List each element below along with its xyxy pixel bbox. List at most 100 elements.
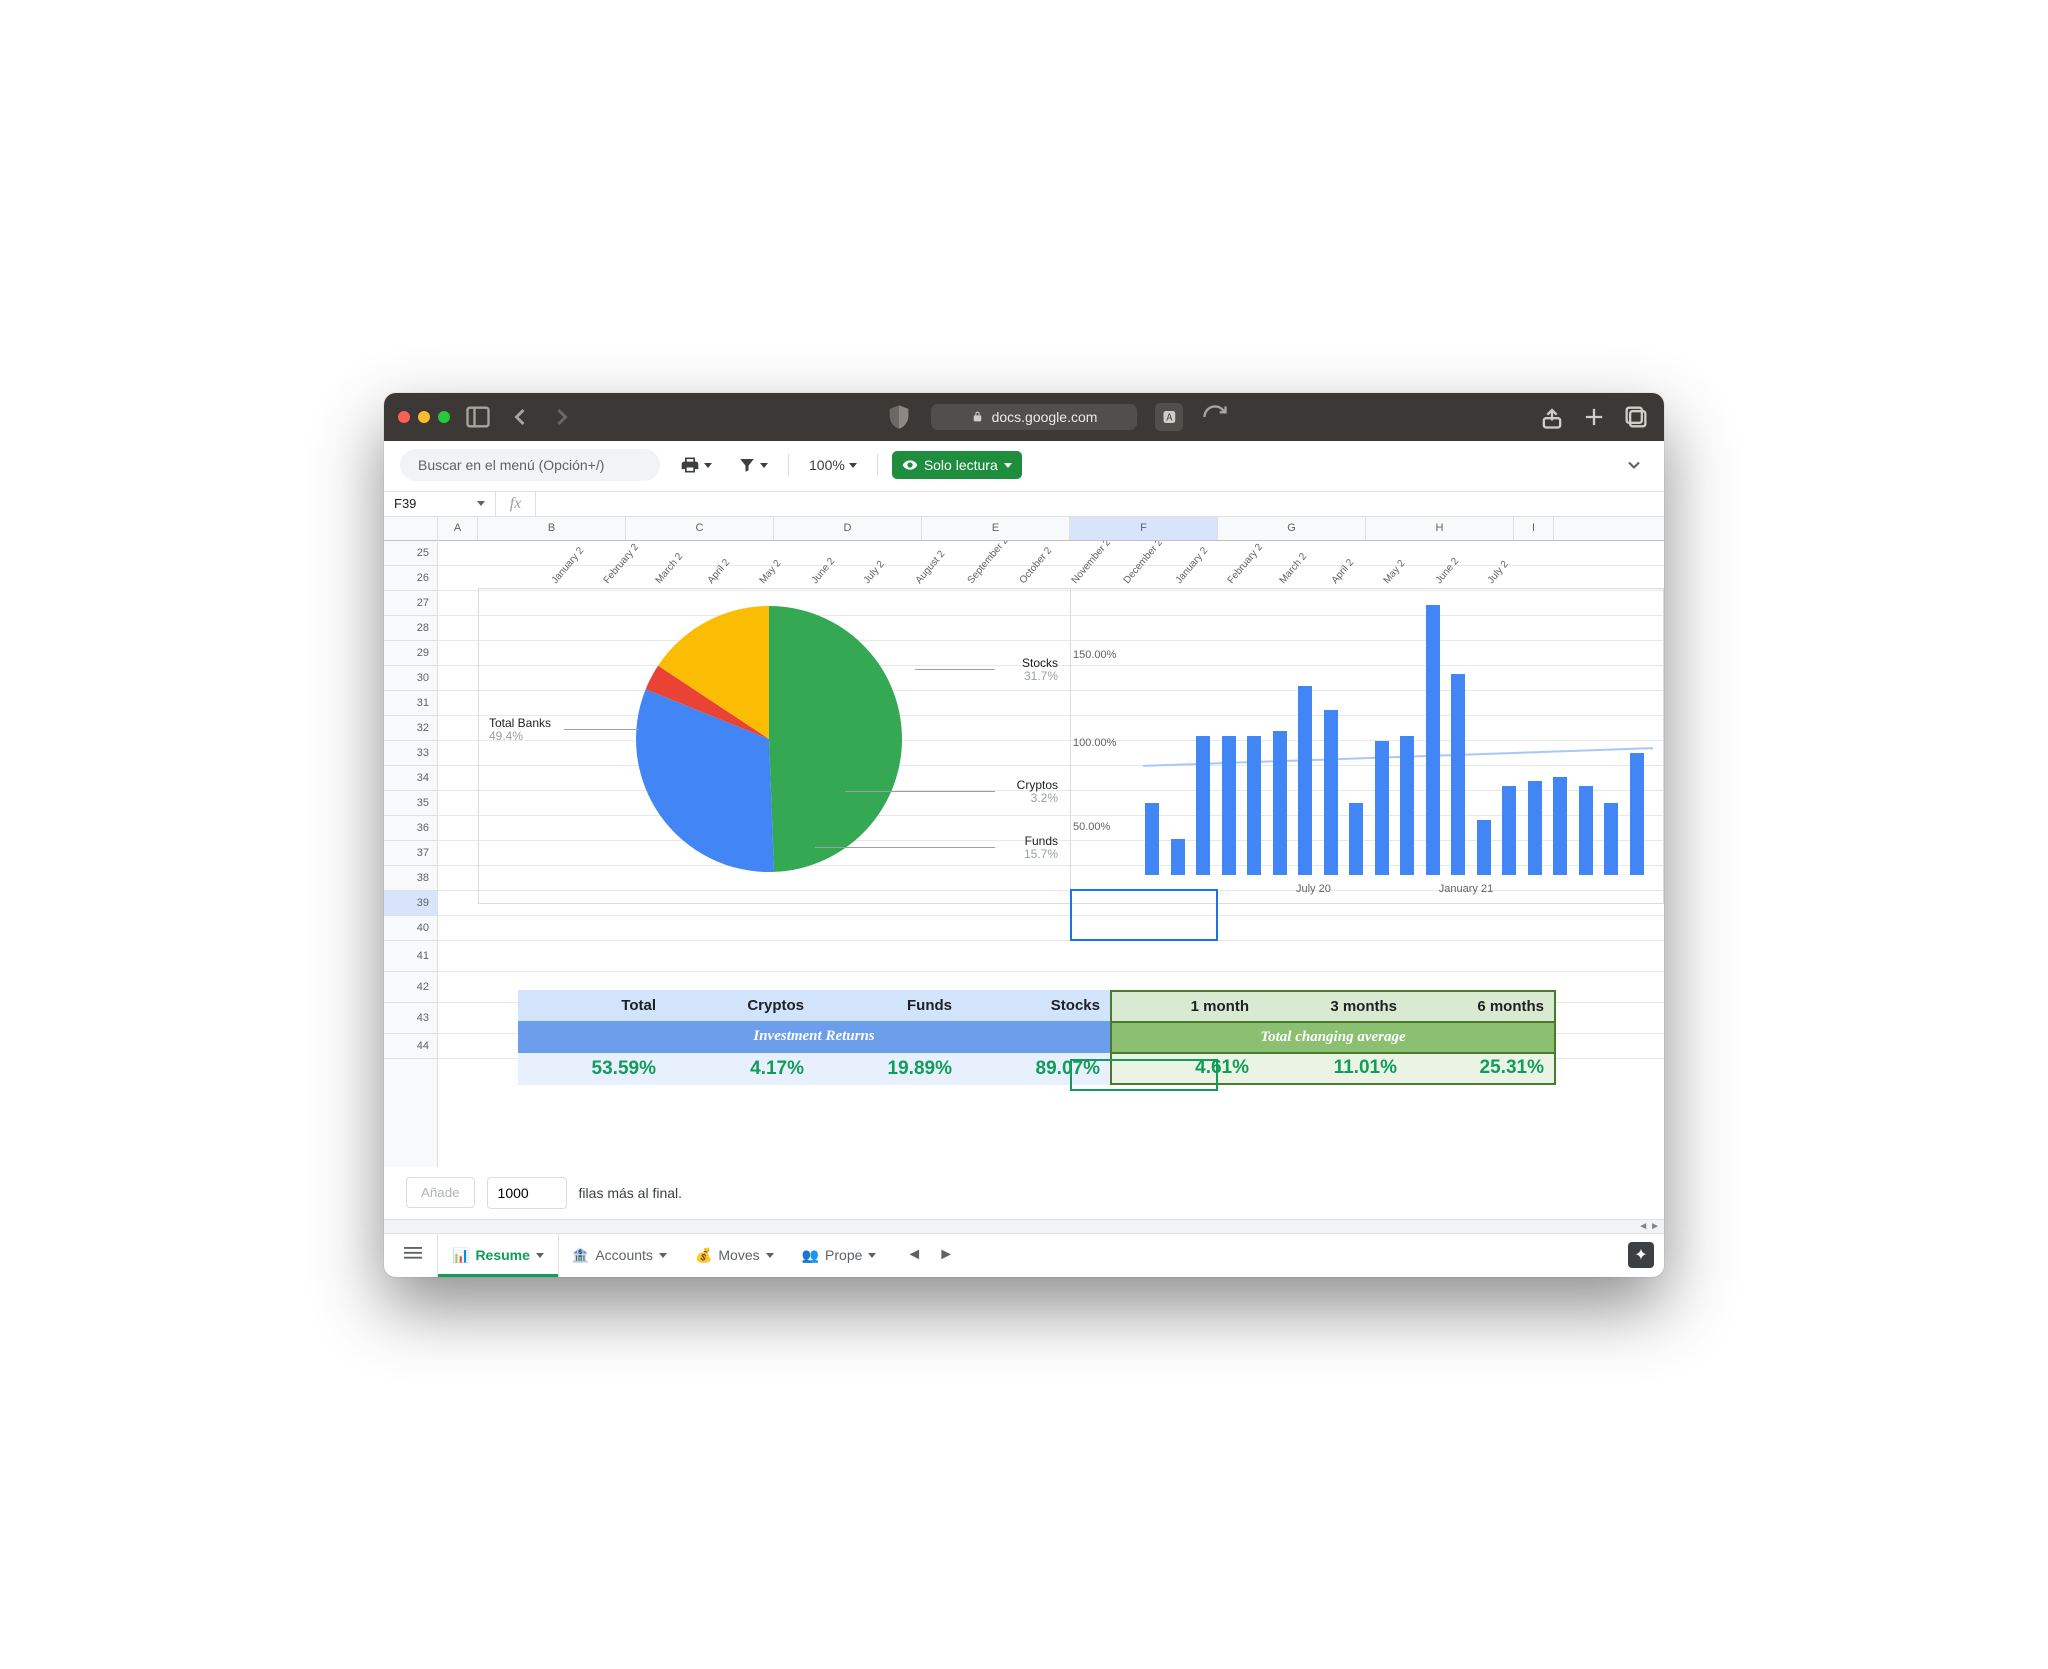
secondary-selection [1070,1059,1218,1091]
pie-chart: Total Banks 49.4% Stocks 31.7% Cryptos 3… [479,589,1071,903]
view-mode-label: Solo lectura [924,457,998,473]
row-header[interactable]: 42 [384,972,437,1003]
window-controls [398,411,450,423]
x-annotation: January 21 [1439,883,1493,895]
column-header[interactable]: I [1514,517,1554,540]
tab-overview-icon[interactable] [1622,403,1650,431]
sidebar-toggle-icon[interactable] [464,403,492,431]
row-header[interactable]: 25 [384,541,437,566]
browser-window: docs.google.com 🅰 Buscar en el menú (Opc… [384,393,1664,1277]
sheet-tab[interactable]: 💰Moves [681,1234,788,1277]
pie-label-banks: Total Banks [489,717,551,731]
horizontal-scrollbar[interactable]: ◄► [384,1219,1664,1233]
add-rows-suffix: filas más al final. [579,1185,682,1201]
column-headers: ABCDEFGHI [438,517,1664,541]
name-box[interactable]: F39 [384,492,496,516]
column-header[interactable]: C [626,517,774,540]
chart-container: Total Banks 49.4% Stocks 31.7% Cryptos 3… [478,588,1664,904]
column-header[interactable]: D [774,517,922,540]
explore-button[interactable]: ✦ [1628,1242,1654,1268]
pie-label-cryptos: Cryptos [1017,779,1058,793]
column-header[interactable]: B [478,517,626,540]
spreadsheet-grid[interactable]: 2526272829303132333435363738394041424344… [384,517,1664,1167]
share-icon[interactable] [1538,403,1566,431]
row-header[interactable]: 27 [384,591,437,616]
browser-toolbar: docs.google.com 🅰 [384,393,1664,441]
tab-scroll-right[interactable]: ► [932,1240,960,1270]
column-header[interactable]: G [1218,517,1366,540]
fx-icon: fx [496,492,536,516]
forward-button[interactable] [548,403,576,431]
back-button[interactable] [506,403,534,431]
column-header[interactable]: E [922,517,1070,540]
formula-input[interactable] [536,492,1664,516]
sheet-tab[interactable]: 📊Resume [438,1234,558,1277]
sheets-toolbar: Buscar en el menú (Opción+/) 100% Solo l… [384,441,1664,491]
sheet-tab-bar: 📊Resume🏦Accounts💰Moves👥Prope ◄ ► ✦ [384,1233,1664,1277]
chevron-down-icon[interactable] [659,1253,667,1258]
pie-pct-funds: 15.7% [1024,848,1058,862]
zoom-select[interactable]: 100% [803,453,863,477]
pie-pct-stocks: 31.7% [1022,670,1058,684]
select-all-corner[interactable] [384,517,437,541]
column-header[interactable]: A [438,517,478,540]
sheet-tab[interactable]: 🏦Accounts [558,1234,681,1277]
row-header[interactable]: 38 [384,866,437,891]
formula-bar: F39 fx [384,491,1664,517]
name-box-value: F39 [394,496,416,511]
add-rows-count[interactable] [487,1177,567,1209]
new-tab-icon[interactable] [1580,403,1608,431]
pie-label-stocks: Stocks [1022,657,1058,671]
minimize-window-icon[interactable] [418,411,430,423]
row-header[interactable]: 40 [384,916,437,941]
row-header[interactable]: 31 [384,691,437,716]
all-sheets-button[interactable] [394,1238,432,1273]
bar-chart: 150.00% 100.00% 50.00% July 20 January 2… [1071,589,1663,903]
chevron-down-icon[interactable] [536,1253,544,1258]
add-rows-button[interactable]: Añade [406,1177,475,1208]
row-header[interactable]: 36 [384,816,437,841]
chevron-down-icon[interactable] [766,1253,774,1258]
row-header[interactable]: 43 [384,1003,437,1034]
zoom-window-icon[interactable] [438,411,450,423]
column-header[interactable]: H [1366,517,1514,540]
close-window-icon[interactable] [398,411,410,423]
y-tick: 150.00% [1073,649,1116,661]
add-rows-bar: Añade filas más al final. [384,1167,1664,1219]
row-header[interactable]: 28 [384,616,437,641]
row-header[interactable]: 39 [384,891,437,916]
row-header[interactable]: 32 [384,716,437,741]
collapse-toolbar-button[interactable] [1620,451,1648,479]
row-header[interactable]: 33 [384,741,437,766]
reload-button[interactable] [1201,403,1229,431]
row-header[interactable]: 29 [384,641,437,666]
print-button[interactable] [674,451,718,479]
row-header[interactable]: 41 [384,941,437,972]
pie-pct-banks: 49.4% [489,730,551,744]
translate-icon[interactable]: 🅰 [1155,403,1183,431]
row-header[interactable]: 30 [384,666,437,691]
lock-icon [971,410,984,423]
chevron-down-icon[interactable] [868,1253,876,1258]
filter-button[interactable] [732,452,774,478]
row-header[interactable]: 35 [384,791,437,816]
y-tick: 50.00% [1073,821,1110,833]
row-header[interactable]: 44 [384,1034,437,1059]
view-mode-pill[interactable]: Solo lectura [892,451,1022,479]
tab-scroll-left[interactable]: ◄ [900,1240,928,1270]
row-header[interactable]: 37 [384,841,437,866]
sheet-tab[interactable]: 👥Prope [788,1234,891,1277]
x-annotation: July 20 [1296,883,1331,895]
shield-icon[interactable] [885,403,913,431]
row-headers: 2526272829303132333435363738394041424344 [384,517,438,1167]
menu-search[interactable]: Buscar en el menú (Opción+/) [400,449,660,481]
pie-pct-cryptos: 3.2% [1017,792,1058,806]
zoom-value: 100% [809,457,845,473]
y-tick: 100.00% [1073,737,1116,749]
row-header[interactable]: 26 [384,566,437,591]
address-text: docs.google.com [992,409,1098,425]
address-bar[interactable]: docs.google.com [931,404,1138,430]
row-header[interactable]: 34 [384,766,437,791]
column-header[interactable]: F [1070,517,1218,540]
pie-label-funds: Funds [1024,835,1058,849]
